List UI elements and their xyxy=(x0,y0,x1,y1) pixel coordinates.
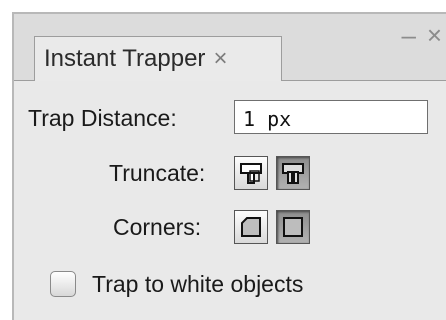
trap-white-checkbox[interactable] xyxy=(50,271,76,297)
truncate-option-1-button[interactable] xyxy=(234,156,268,190)
close-icon[interactable]: × xyxy=(427,22,442,48)
truncate-label: Truncate: xyxy=(109,160,206,186)
trap-white-label[interactable]: Trap to white objects xyxy=(92,271,303,298)
trap-distance-label: Trap Distance: xyxy=(28,105,177,131)
trap-distance-input[interactable] xyxy=(234,100,428,134)
truncate-icon-b xyxy=(282,163,304,184)
corners-square-icon xyxy=(283,217,303,237)
corners-square-button[interactable] xyxy=(276,210,310,244)
tab-close-icon[interactable]: × xyxy=(213,45,227,73)
corners-label: Corners: xyxy=(113,214,202,240)
truncate-icon-a xyxy=(240,163,262,184)
panel-tab-strip: Instant Trapper × – × xyxy=(14,14,446,81)
tab-title: Instant Trapper xyxy=(44,45,206,72)
truncate-option-2-button[interactable] xyxy=(276,156,310,190)
corners-beveled-icon xyxy=(241,217,261,237)
minimize-icon[interactable]: – xyxy=(402,22,416,48)
instant-trapper-panel: Instant Trapper × – × Trap Distance: Tru… xyxy=(12,12,446,320)
tab-instant-trapper[interactable]: Instant Trapper × xyxy=(34,36,282,81)
corners-beveled-button[interactable] xyxy=(234,210,268,244)
